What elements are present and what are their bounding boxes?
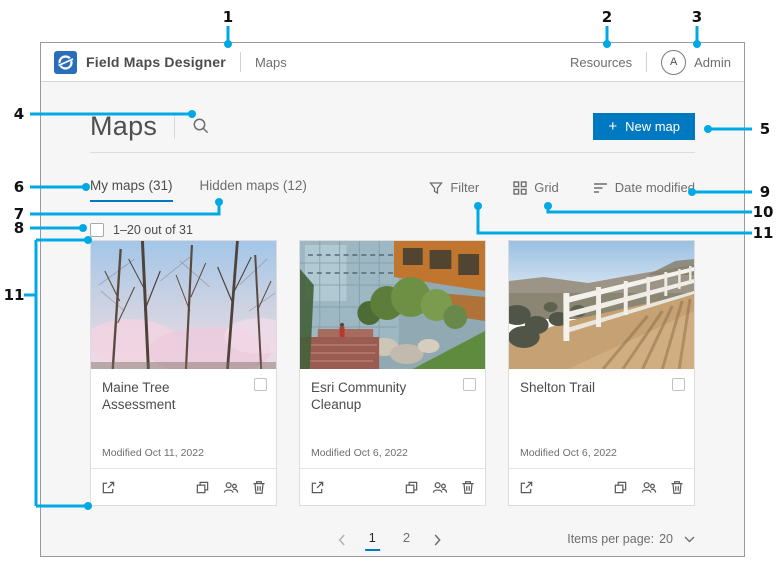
card-footer: [509, 468, 694, 505]
select-all-checkbox[interactable]: [90, 223, 104, 237]
callout-4: 4: [13, 105, 25, 123]
delete-icon[interactable]: [461, 480, 475, 495]
new-map-label: New map: [625, 118, 680, 134]
map-card-modified: Modified Oct 6, 2022: [520, 447, 617, 459]
map-card-checkbox[interactable]: [463, 378, 476, 391]
callout-11-right: 11: [752, 224, 774, 242]
app-window: Field Maps Designer Maps Resources A Adm…: [40, 42, 745, 557]
page-title: Maps: [90, 110, 158, 141]
sort-icon: [593, 182, 607, 193]
filter-icon: [429, 181, 444, 194]
filter-label: Filter: [450, 180, 480, 195]
grid-icon: [513, 180, 527, 195]
tabs-row: My maps (31) Hidden maps (12) Filter Gri…: [90, 178, 695, 202]
header-divider: [239, 52, 241, 72]
share-group-icon[interactable]: [432, 480, 448, 495]
map-card-title[interactable]: Maine Tree Assessment: [102, 380, 266, 414]
callout-11-left: 11: [3, 286, 25, 304]
pager: 1 2: [338, 530, 441, 551]
map-card: Maine Tree Assessment Modified Oct 11, 2…: [90, 240, 277, 506]
grid-label: Grid: [534, 180, 559, 195]
user-menu[interactable]: Admin: [694, 55, 731, 70]
map-card-modified: Modified Oct 6, 2022: [311, 447, 408, 459]
duplicate-icon[interactable]: [195, 480, 210, 495]
next-page-icon[interactable]: [433, 530, 441, 551]
callout-2: 2: [601, 8, 613, 26]
esri-logo-icon: [54, 50, 77, 74]
map-card: Shelton Trail Modified Oct 6, 2022: [508, 240, 695, 506]
share-group-icon[interactable]: [641, 480, 657, 495]
select-all-row: 1–20 out of 31: [90, 222, 695, 238]
new-map-button[interactable]: + New map: [593, 112, 695, 140]
sort-label: Date modified: [614, 180, 695, 195]
callout-1: 1: [222, 8, 234, 26]
map-thumbnail[interactable]: [300, 241, 485, 369]
nav-tab-maps[interactable]: Maps: [255, 55, 287, 70]
grid-view-button[interactable]: Grid: [513, 180, 559, 195]
toolbar-separator: [90, 152, 695, 153]
app-title: Field Maps Designer: [86, 54, 226, 70]
duplicate-icon[interactable]: [613, 480, 628, 495]
card-footer: [91, 468, 276, 505]
sort-button[interactable]: Date modified: [593, 180, 695, 195]
callout-9: 9: [759, 183, 771, 201]
avatar[interactable]: A: [661, 49, 687, 75]
map-cards-grid: Maine Tree Assessment Modified Oct 11, 2…: [90, 240, 695, 506]
map-card-modified: Modified Oct 11, 2022: [102, 447, 204, 459]
card-content: Shelton Trail Modified Oct 6, 2022: [509, 369, 694, 468]
page-2[interactable]: 2: [399, 530, 414, 549]
open-map-icon[interactable]: [519, 480, 534, 495]
pagination-row: 1 2 Items per page: 20: [90, 530, 695, 556]
items-per-page-label: Items per page:: [567, 532, 655, 546]
map-card-title[interactable]: Shelton Trail: [520, 380, 684, 397]
search-icon[interactable]: [192, 117, 210, 135]
filter-button[interactable]: Filter: [429, 180, 479, 195]
tab-hidden-maps[interactable]: Hidden maps (12): [200, 178, 307, 202]
items-per-page-value: 20: [659, 532, 673, 546]
title-divider: [174, 113, 176, 139]
duplicate-icon[interactable]: [404, 480, 419, 495]
card-content: Maine Tree Assessment Modified Oct 11, 2…: [91, 369, 276, 468]
callout-5: 5: [759, 120, 771, 138]
app-header: Field Maps Designer Maps Resources A Adm…: [41, 43, 744, 82]
tab-my-maps[interactable]: My maps (31): [90, 178, 173, 202]
items-per-page-select[interactable]: Items per page: 20: [567, 532, 695, 546]
list-controls: Filter Grid Date modified: [429, 180, 695, 202]
map-thumbnail[interactable]: [509, 241, 694, 369]
card-footer: [300, 468, 485, 505]
page-1[interactable]: 1: [364, 530, 380, 551]
chevron-down-icon: [684, 536, 695, 542]
title-toolbar: Maps + New map: [90, 109, 695, 143]
page-body: Maps + New map My maps (31) Hidden maps …: [41, 82, 744, 556]
delete-icon[interactable]: [252, 480, 266, 495]
header-divider: [646, 52, 648, 72]
share-group-icon[interactable]: [223, 480, 239, 495]
results-range-label: 1–20 out of 31: [113, 223, 193, 237]
map-card: Esri Community Cleanup Modified Oct 6, 2…: [299, 240, 486, 506]
plus-icon: +: [608, 117, 618, 135]
prev-page-icon[interactable]: [338, 530, 346, 551]
open-map-icon[interactable]: [310, 480, 325, 495]
map-card-checkbox[interactable]: [672, 378, 685, 391]
callout-6: 6: [13, 178, 25, 196]
delete-icon[interactable]: [670, 480, 684, 495]
map-card-checkbox[interactable]: [254, 378, 267, 391]
nav-resources[interactable]: Resources: [570, 55, 632, 70]
map-thumbnail[interactable]: [91, 241, 276, 369]
open-map-icon[interactable]: [101, 480, 116, 495]
callout-3: 3: [691, 8, 703, 26]
card-content: Esri Community Cleanup Modified Oct 6, 2…: [300, 369, 485, 468]
map-card-title[interactable]: Esri Community Cleanup: [311, 380, 475, 414]
callout-10: 10: [752, 203, 774, 221]
callout-8: 8: [13, 219, 25, 237]
